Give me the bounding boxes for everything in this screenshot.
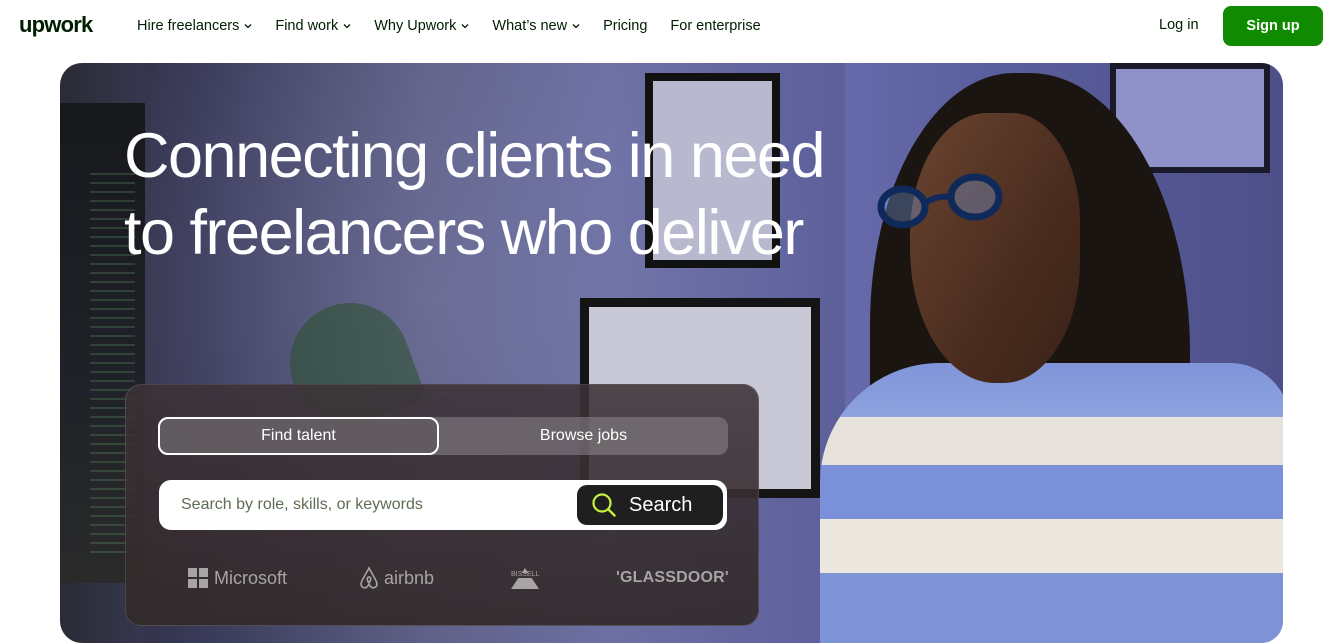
microsoft-icon bbox=[188, 568, 208, 588]
menu-pricing[interactable]: Pricing bbox=[603, 18, 647, 34]
hero-headline: Connecting clients in need to freelancer… bbox=[124, 121, 826, 268]
bissell-logo-text: BISSELL bbox=[511, 571, 540, 578]
chevron-down-icon bbox=[343, 24, 351, 29]
glassdoor-logo: 'GLASSDOOR' bbox=[616, 569, 729, 587]
search-button[interactable]: Search bbox=[577, 485, 723, 525]
menu-item-label: Find work bbox=[275, 18, 339, 34]
glassdoor-logo-text: 'GLASSDOOR' bbox=[616, 569, 729, 586]
menu-find-work[interactable]: Find work bbox=[275, 18, 351, 34]
menu-why-upwork[interactable]: Why Upwork bbox=[374, 18, 469, 34]
airbnb-logo: airbnb bbox=[358, 566, 434, 590]
menu-for-enterprise[interactable]: For enterprise bbox=[670, 18, 760, 34]
top-navigation: upwork Hire freelancers Find work Why Up… bbox=[0, 0, 1342, 52]
hero-photo-face bbox=[910, 113, 1080, 383]
chevron-down-icon bbox=[461, 24, 469, 29]
tab-find-talent[interactable]: Find talent bbox=[158, 417, 439, 455]
menu-whats-new[interactable]: What’s new bbox=[492, 18, 580, 34]
login-link[interactable]: Log in bbox=[1159, 17, 1199, 33]
microsoft-logo-text: Microsoft bbox=[214, 567, 288, 588]
main-menu: Hire freelancers Find work Why Upwork Wh… bbox=[137, 0, 784, 52]
microsoft-logo: Microsoft bbox=[188, 568, 287, 589]
upwork-logo[interactable]: upwork bbox=[19, 12, 93, 38]
menu-item-label: Hire freelancers bbox=[137, 18, 240, 34]
signup-button[interactable]: Sign up bbox=[1223, 6, 1323, 46]
search-mode-tabs: Find talent Browse jobs bbox=[158, 417, 728, 455]
menu-item-label: What’s new bbox=[492, 18, 568, 34]
menu-hire-freelancers[interactable]: Hire freelancers bbox=[137, 18, 252, 34]
bissell-icon bbox=[511, 568, 539, 589]
search-input[interactable] bbox=[181, 482, 561, 528]
search-panel: Find talent Browse jobs Search by role, … bbox=[125, 384, 759, 626]
chevron-down-icon bbox=[244, 24, 252, 29]
hero-photo-glasses bbox=[877, 173, 1003, 229]
hero-banner: Connecting clients in need to freelancer… bbox=[60, 63, 1283, 643]
search-icon bbox=[592, 493, 616, 517]
airbnb-icon bbox=[360, 566, 378, 589]
bissell-logo: BISSELL bbox=[508, 565, 542, 591]
client-logos: Microsoft airbnb BISSELL 'GLASSDOOR' bbox=[188, 563, 729, 593]
menu-item-label: Why Upwork bbox=[374, 18, 457, 34]
search-button-label: Search bbox=[629, 493, 693, 516]
hero-photo-sweater bbox=[820, 363, 1283, 643]
menu-item-label: For enterprise bbox=[670, 18, 761, 34]
search-bar: Search bbox=[159, 480, 727, 530]
chevron-down-icon bbox=[572, 24, 580, 29]
tab-browse-jobs[interactable]: Browse jobs bbox=[439, 417, 728, 455]
menu-item-label: Pricing bbox=[603, 18, 648, 34]
airbnb-logo-text: airbnb bbox=[384, 567, 435, 588]
